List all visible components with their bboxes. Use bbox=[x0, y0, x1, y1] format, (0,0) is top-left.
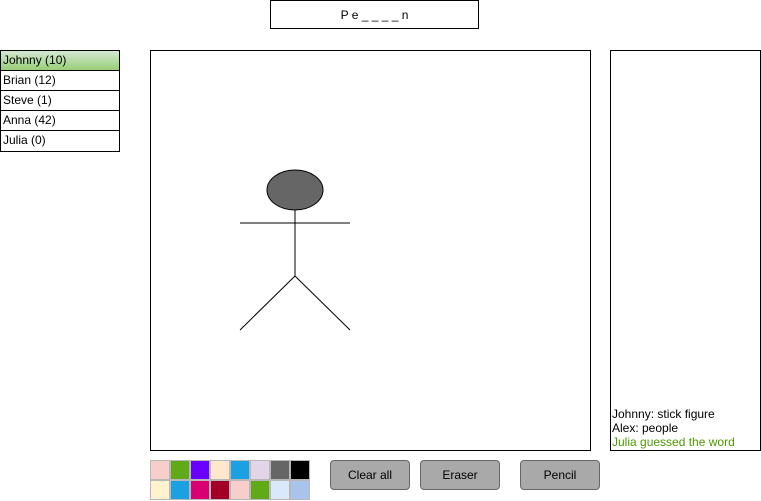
drawing-canvas[interactable] bbox=[150, 50, 591, 451]
color-swatch[interactable] bbox=[190, 460, 210, 480]
color-swatch[interactable] bbox=[250, 460, 270, 480]
player-item[interactable]: Johnny (10) bbox=[1, 51, 119, 71]
player-item[interactable]: Anna (42) bbox=[1, 111, 119, 131]
eraser-button[interactable]: Eraser bbox=[420, 460, 500, 490]
chat-system-message: Julia guessed the word bbox=[612, 435, 735, 449]
color-swatch[interactable] bbox=[250, 480, 270, 500]
player-item[interactable]: Brian (12) bbox=[1, 71, 119, 91]
stick-figure-left-leg bbox=[239, 275, 296, 331]
color-swatch[interactable] bbox=[230, 460, 250, 480]
player-item[interactable]: Julia (0) bbox=[1, 131, 119, 151]
color-swatch[interactable] bbox=[270, 460, 290, 480]
color-swatch[interactable] bbox=[150, 460, 170, 480]
color-swatch[interactable] bbox=[190, 480, 210, 500]
color-swatch[interactable] bbox=[210, 460, 230, 480]
pencil-button[interactable]: Pencil bbox=[520, 460, 600, 490]
color-swatch[interactable] bbox=[270, 480, 290, 500]
chat-message: Johnny: stick figure bbox=[612, 407, 715, 421]
color-swatch[interactable] bbox=[170, 480, 190, 500]
color-swatch[interactable] bbox=[230, 480, 250, 500]
drawing-game-screen: P e _ _ _ _ n Johnny (10) Brian (12) Steve… bbox=[0, 0, 761, 501]
stick-figure-right-leg bbox=[294, 275, 351, 331]
stick-figure-drawing bbox=[239, 169, 351, 331]
clear-all-button[interactable]: Clear all bbox=[330, 460, 410, 490]
word-hint: P e _ _ _ _ n bbox=[270, 0, 479, 29]
color-swatch[interactable] bbox=[170, 460, 190, 480]
color-swatch[interactable] bbox=[290, 460, 310, 480]
chat-panel: Johnny: stick figure Alex: people Julia gu… bbox=[610, 50, 761, 451]
color-palette bbox=[150, 460, 311, 501]
color-swatch[interactable] bbox=[290, 480, 310, 500]
color-swatch[interactable] bbox=[210, 480, 230, 500]
player-item[interactable]: Steve (1) bbox=[1, 91, 119, 111]
chat-message: Alex: people bbox=[612, 421, 679, 435]
stick-figure-head bbox=[266, 169, 324, 211]
color-swatch[interactable] bbox=[150, 480, 170, 500]
player-list: Johnny (10) Brian (12) Steve (1) Anna (42) J… bbox=[0, 50, 120, 152]
